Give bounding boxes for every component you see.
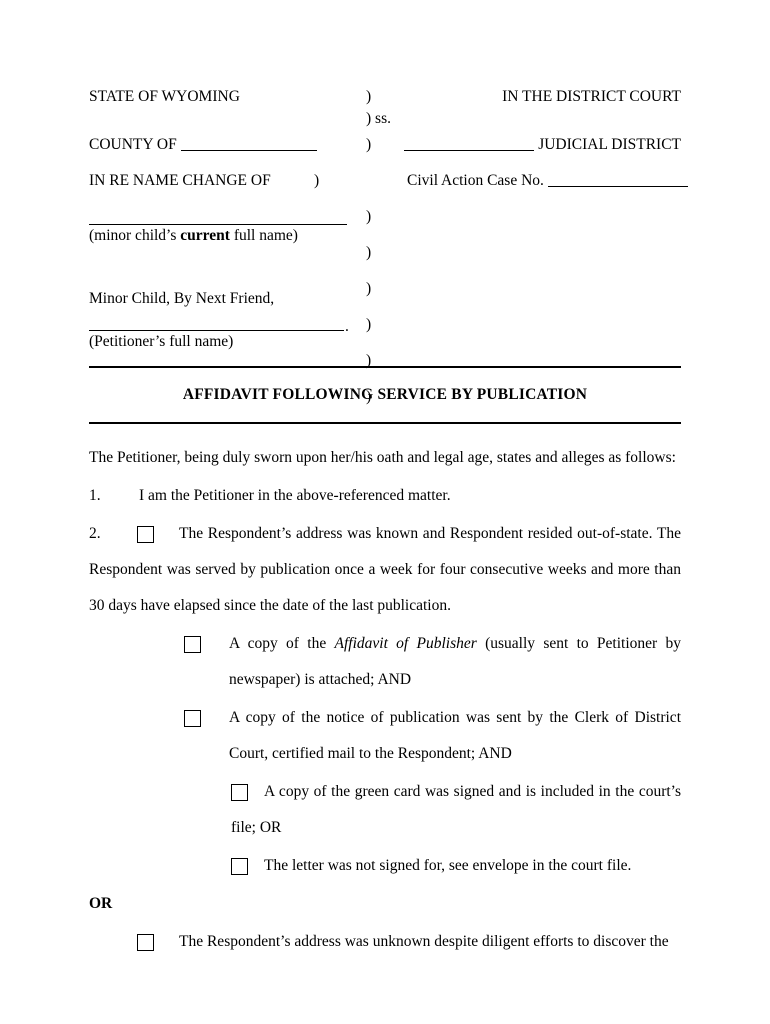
item-2: 2. The Respondent’s address was known an… [89, 516, 681, 624]
sub-item-c-text: A copy of the green card was signed and … [231, 783, 681, 836]
item-2-number: 2. [89, 525, 101, 542]
court-label: IN THE DISTRICT COURT [502, 88, 681, 105]
caption-paren: ) [366, 388, 372, 405]
caption-paren: ) [366, 88, 372, 105]
petitioner-name-field: . (Petitioner’s full name) [89, 318, 349, 351]
caption-ss: ) ss. [366, 110, 391, 127]
caption-paren: ) [366, 316, 372, 333]
sub-item-a-text: A copy of the Affidavit of Publisher (us… [229, 626, 681, 698]
checkbox-letter-not-signed[interactable] [231, 858, 248, 875]
minor-child-blank-line [89, 224, 347, 225]
judicial-district-label: JUDICIAL DISTRICT [404, 136, 681, 154]
case-caption: STATE OF WYOMING ) IN THE DISTRICT COURT… [89, 88, 688, 405]
minor-child-label-bold: current [180, 227, 230, 244]
document-content: STATE OF WYOMING ) IN THE DISTRICT COURT… [89, 88, 688, 960]
checkbox-item-2[interactable] [137, 526, 154, 543]
caption-lower: ) ) ) ) ) ) (minor child’s current full … [89, 206, 681, 405]
sub-item-d-text: The letter was not signed for, see envel… [264, 857, 632, 874]
caption-paren: ) [366, 136, 372, 153]
sub-item-d: The letter was not signed for, see envel… [231, 848, 681, 884]
county-label-text: COUNTY OF [89, 136, 177, 153]
caption-row-inre: IN RE NAME CHANGE OF ) Civil Action Case… [89, 172, 688, 206]
sub-item-a-pre: A copy of the [229, 635, 335, 652]
caption-paren: ) [366, 208, 372, 225]
case-number-blank-line [547, 173, 688, 187]
item-1-number: 1. [89, 487, 101, 504]
sub-item-a-italic: Affidavit of Publisher [334, 635, 477, 652]
checkbox-affidavit-of-publisher[interactable] [184, 636, 201, 653]
judicial-district-text: JUDICIAL DISTRICT [538, 136, 681, 153]
item-1-text: I am the Petitioner in the above-referen… [139, 487, 451, 504]
sub-item-a: A copy of the Affidavit of Publisher (us… [184, 626, 681, 698]
checkbox-notice-sent-by-clerk[interactable] [184, 710, 201, 727]
minor-child-name-field: (minor child’s current full name) [89, 224, 347, 245]
minor-child-label-post: full name) [229, 227, 298, 244]
caption-row-county: COUNTY OF ) JUDICIAL DISTRICT [89, 136, 681, 172]
document-title: AFFIDAVIT FOLLOWING SERVICE BY PUBLICATI… [182, 386, 588, 403]
intro-paragraph: The Petitioner, being duly sworn upon he… [89, 449, 676, 466]
caption-paren: ) [366, 280, 372, 297]
next-friend-label: Minor Child, By Next Friend, [89, 290, 275, 307]
caption-paren-column: ) ) ) ) ) ) [366, 206, 371, 408]
state-label: STATE OF WYOMING [89, 88, 240, 105]
case-number-label: Civil Action Case No. [407, 172, 688, 190]
or-label: OR [89, 895, 113, 912]
caption-paren: ) [314, 172, 320, 189]
in-re-label: IN RE NAME CHANGE OF [89, 172, 271, 189]
petitioner-caption-label: (Petitioner’s full name) [89, 333, 234, 350]
county-blank-line [180, 137, 317, 151]
caption-paren: ) [366, 244, 372, 261]
minor-child-label-pre: (minor child’s [89, 227, 181, 244]
item-3: The Respondent’s address was unknown des… [89, 924, 681, 960]
checkbox-green-card-signed[interactable] [231, 784, 248, 801]
county-label: COUNTY OF [89, 136, 317, 154]
checkbox-address-unknown[interactable] [137, 934, 154, 951]
judicial-district-blank-line [404, 137, 535, 151]
petitioner-period: . [345, 318, 349, 335]
item-3-text: The Respondent’s address was unknown des… [179, 933, 669, 950]
item-1: 1. I am the Petitioner in the above-refe… [89, 478, 681, 514]
case-number-text: Civil Action Case No. [407, 172, 544, 189]
petitioner-blank-line [89, 330, 344, 331]
document-page: STATE OF WYOMING ) IN THE DISTRICT COURT… [0, 0, 770, 1024]
sub-item-b: A copy of the notice of publication was … [184, 700, 681, 772]
minor-child-caption-label: (minor child’s current full name) [89, 227, 347, 245]
sub-item-b-text: A copy of the notice of publication was … [229, 709, 681, 762]
sub-item-c: A copy of the green card was signed and … [231, 774, 681, 846]
item-2-text: The Respondent’s address was known and R… [89, 525, 681, 614]
caption-paren: ) [366, 352, 372, 369]
